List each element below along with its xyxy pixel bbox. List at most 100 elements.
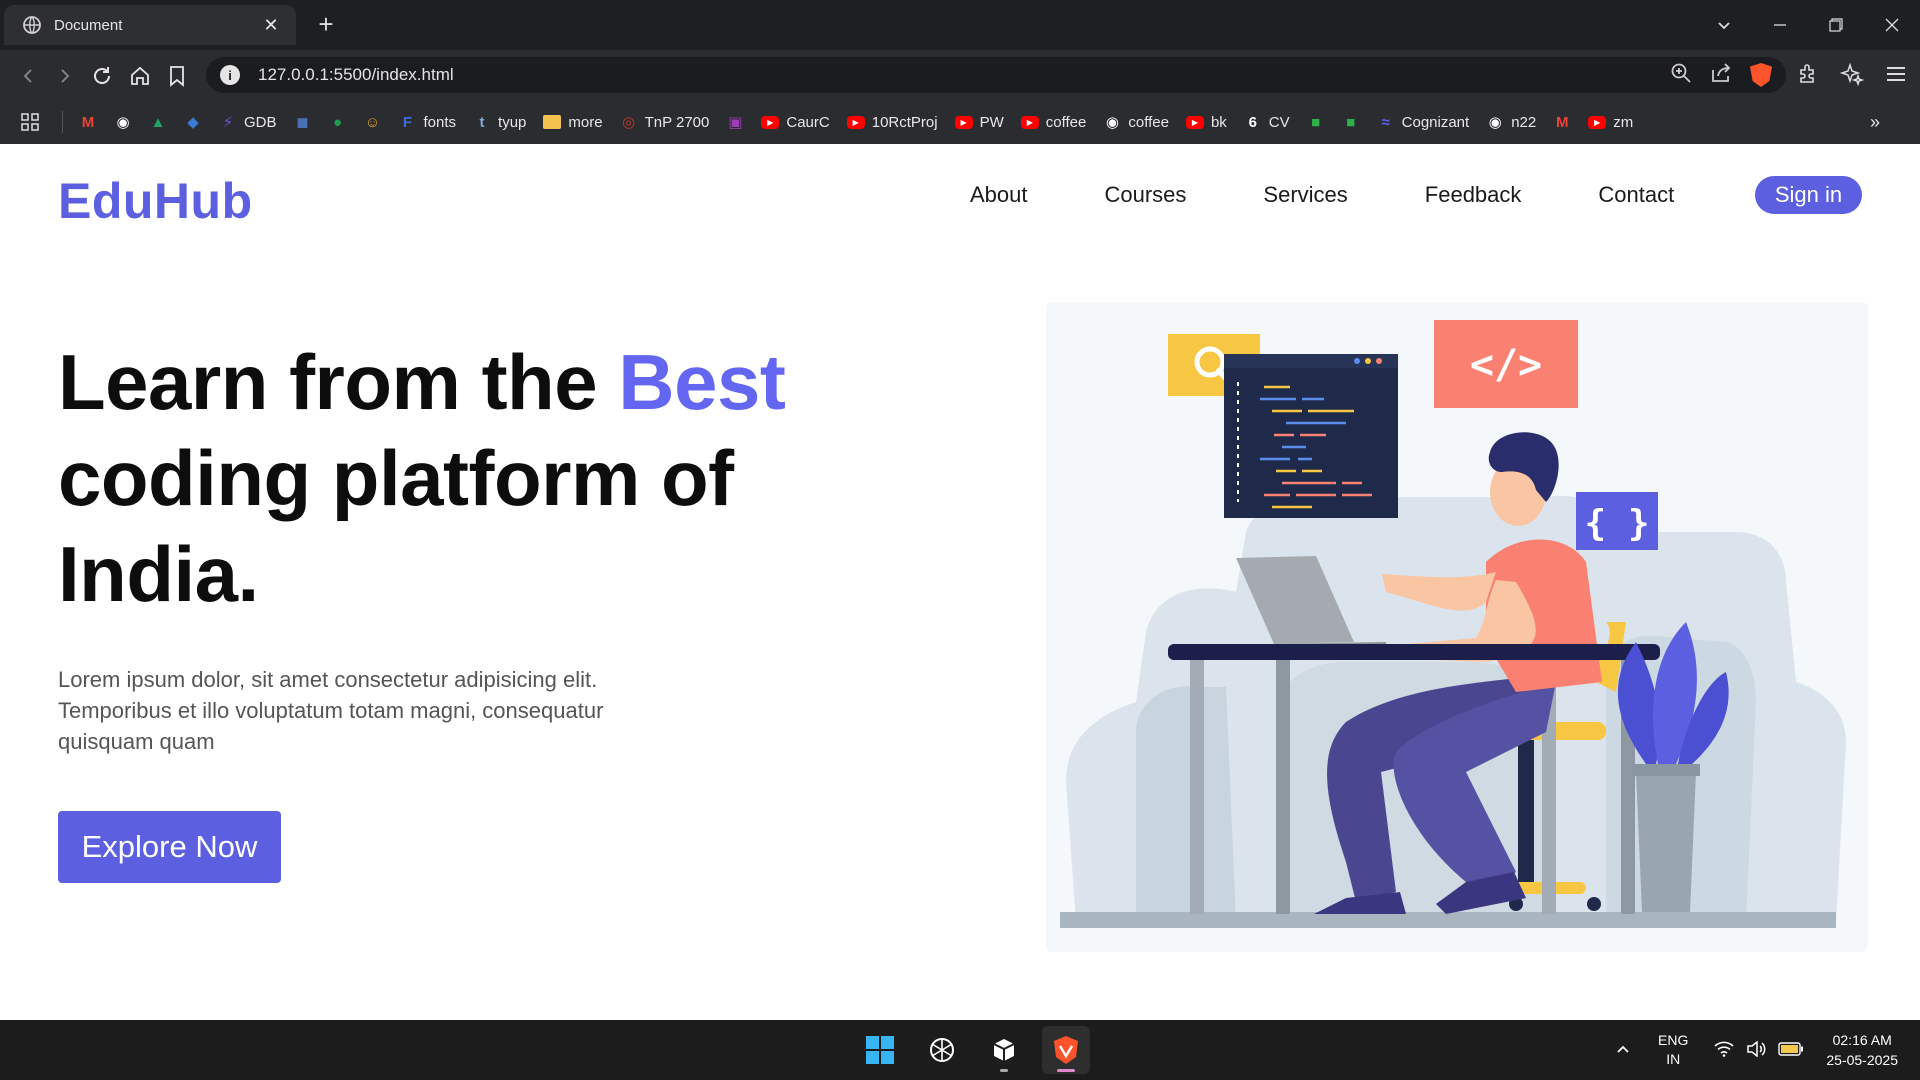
bookmark-label: 10RctProj	[871, 113, 938, 131]
windows-start-icon[interactable]	[856, 1026, 904, 1074]
globe-icon	[22, 15, 42, 35]
chatgpt-icon[interactable]	[918, 1026, 966, 1074]
plus-icon[interactable]: +	[312, 11, 340, 39]
hero-title-part1: Learn from the	[58, 338, 619, 426]
tab-document[interactable]: Document ✕	[4, 5, 296, 45]
bookmarks-overflow-chevron[interactable]: »	[1870, 112, 1880, 133]
bookmark-item[interactable]: ▶ 10RctProj	[846, 113, 938, 131]
taskbar: ENG IN 02:16 AM 25-05-2025	[0, 1020, 1920, 1080]
github-icon: ◉	[1488, 114, 1502, 131]
t-icon: t	[479, 113, 485, 131]
bookmark-item[interactable]: M	[79, 113, 97, 131]
apps-grid-icon[interactable]	[20, 112, 40, 132]
f-icon: F	[402, 113, 413, 131]
github-icon: ◉	[116, 114, 130, 131]
bookmark-item[interactable]: ≈ Cognizant	[1377, 113, 1470, 131]
system-tray: ENG IN 02:16 AM 25-05-2025	[1608, 1028, 1898, 1072]
back-icon[interactable]	[14, 62, 42, 90]
youtube-icon: ▶	[761, 115, 780, 129]
tnp-icon: ◎	[622, 114, 636, 131]
square-icon: ▣	[728, 114, 743, 131]
gmail-icon: M	[81, 113, 95, 131]
bookmark-label: CV	[1268, 113, 1290, 131]
bookmark-label: bk	[1210, 113, 1227, 131]
extension-area	[1796, 62, 1908, 91]
bookmark-item[interactable]: Ffonts	[399, 113, 456, 131]
signin-button[interactable]: Sign in	[1755, 176, 1862, 214]
bookmark-item[interactable]: ■	[1307, 113, 1325, 131]
bookmark-item[interactable]: ▲	[149, 113, 167, 131]
bookmark-label: CaurC	[786, 113, 830, 131]
green-app-icon: ■	[1311, 113, 1321, 131]
menu-icon[interactable]	[1884, 62, 1908, 91]
hero-description: Lorem ipsum dolor, sit amet consectetur …	[58, 667, 604, 754]
home-icon[interactable]	[126, 62, 154, 90]
nav-contact[interactable]: Contact	[1598, 182, 1674, 208]
hero-illustration: </> { }	[1046, 302, 1868, 952]
taskbar-apps	[856, 1026, 1090, 1074]
bookmark-item[interactable]: ◉ coffee	[1103, 113, 1169, 132]
terminal-app-icon[interactable]	[980, 1026, 1028, 1074]
main-nav: About Courses Services Feedback Contact	[970, 182, 1751, 208]
leo-icon[interactable]	[1839, 62, 1865, 91]
forward-icon[interactable]	[51, 62, 79, 90]
lang-line2: IN	[1666, 1051, 1681, 1067]
cognizant-icon: ≈	[1381, 113, 1390, 131]
bookmark-item[interactable]: ◉	[114, 113, 132, 131]
nav-feedback[interactable]: Feedback	[1425, 182, 1522, 208]
reload-icon[interactable]	[88, 62, 116, 90]
extensions-icon[interactable]	[1796, 62, 1820, 91]
bookmarks-bar: M ◉ ▲ ◆ ⚡ GDB ◼ ● ☺ Ffonts t tyup more ◎ TnP 2700 ▣ ▶ Cau…	[0, 100, 1920, 144]
bookmark-item[interactable]: ▶ coffee	[1020, 114, 1086, 131]
bookmark-item[interactable]: more	[543, 113, 603, 131]
info-icon[interactable]: i	[220, 65, 240, 85]
nav-services[interactable]: Services	[1263, 182, 1347, 208]
cv-icon: 6	[1248, 113, 1257, 131]
volume-icon	[1746, 1039, 1766, 1060]
bookmark-item[interactable]: 6 CV	[1244, 113, 1290, 131]
bookmark-item[interactable]: ●	[329, 113, 347, 131]
nav-about[interactable]: About	[970, 182, 1028, 208]
youtube-icon: ▶	[846, 115, 865, 129]
nav-courses[interactable]: Courses	[1105, 182, 1187, 208]
bookmark-item[interactable]: ◼	[294, 113, 312, 131]
bookmark-item[interactable]: t tyup	[473, 113, 527, 131]
clock[interactable]: 02:16 AM 25-05-2025	[1826, 1030, 1898, 1070]
restore-icon[interactable]	[1808, 0, 1864, 50]
bookmark-item[interactable]: ☺	[364, 113, 382, 131]
close-window-icon[interactable]	[1864, 0, 1920, 50]
bookmark-item[interactable]: ▶ PW	[954, 114, 1004, 131]
minimize-icon[interactable]	[1752, 0, 1808, 50]
explore-now-button[interactable]: Explore Now	[58, 811, 281, 883]
bookmark-item[interactable]: ◆	[184, 113, 202, 131]
bookmark-item[interactable]: ▶ CaurC	[761, 113, 830, 131]
brave-browser-icon[interactable]	[1042, 1026, 1090, 1074]
chevron-down-icon[interactable]	[1696, 0, 1752, 50]
quick-settings[interactable]	[1714, 1039, 1804, 1060]
bookmark-item[interactable]: ■	[1342, 113, 1360, 131]
bookmark-item[interactable]: ▶ bk	[1185, 113, 1227, 131]
game-icon: ◼	[296, 114, 309, 131]
site-logo[interactable]: EduHub	[58, 172, 253, 230]
bookmark-item[interactable]: ⚡ GDB	[219, 113, 277, 132]
running-indicator	[1000, 1069, 1008, 1072]
brave-shield-icon[interactable]	[1750, 63, 1772, 87]
bookmark-label: TnP 2700	[644, 113, 710, 131]
zoom-icon[interactable]	[1670, 62, 1692, 89]
url-text[interactable]: 127.0.0.1:5500/index.html	[258, 65, 1670, 85]
youtube-icon: ▶	[954, 115, 973, 129]
bookmark-item[interactable]: M	[1553, 113, 1571, 131]
close-icon[interactable]: ✕	[258, 12, 284, 38]
address-bar[interactable]: i 127.0.0.1:5500/index.html	[206, 57, 1786, 93]
bookmark-item[interactable]: ◎ TnP 2700	[620, 113, 710, 132]
language-indicator[interactable]: ENG IN	[1658, 1031, 1688, 1069]
bookmark-item[interactable]: ▶ zm	[1588, 114, 1633, 131]
youtube-icon: ▶	[1185, 115, 1204, 129]
bookmark-icon[interactable]	[163, 62, 191, 90]
chevron-up-icon[interactable]	[1608, 1042, 1638, 1059]
bookmark-label: more	[568, 113, 603, 131]
bookmark-item[interactable]: ◉ n22	[1486, 113, 1537, 132]
bookmark-item[interactable]: ▣	[726, 113, 744, 131]
lightning-icon: ⚡	[222, 114, 234, 131]
share-icon[interactable]	[1710, 62, 1732, 89]
